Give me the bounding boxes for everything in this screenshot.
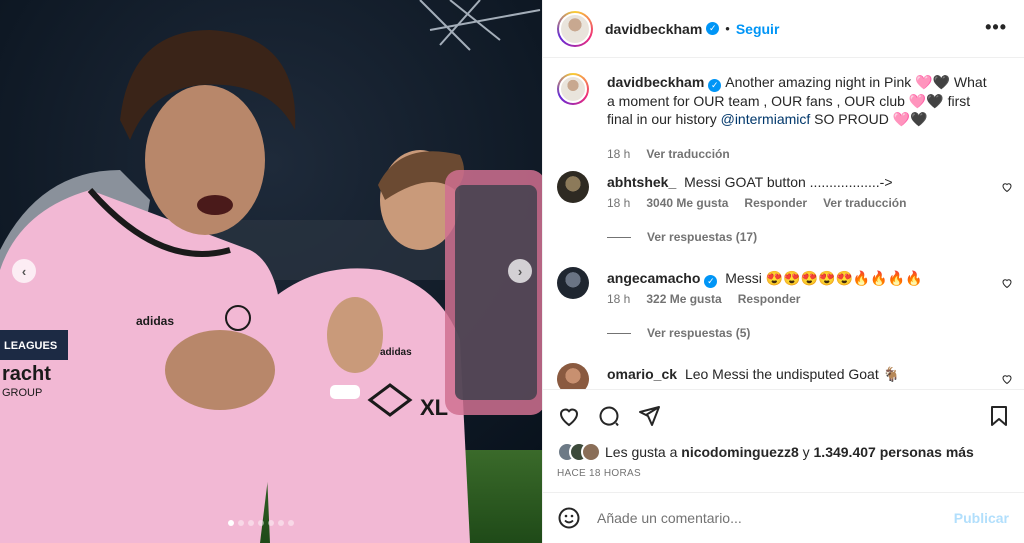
- carousel-dot: [288, 520, 294, 526]
- share-icon[interactable]: [637, 404, 661, 428]
- comment-body: Leo Messi the undisputed Goat 🐐: [684, 366, 901, 382]
- post-header: davidbeckham ✓ • Seguir •••: [543, 0, 1024, 58]
- heart-icon[interactable]: [557, 404, 581, 428]
- likes-avatars: [557, 442, 605, 462]
- author-avatar[interactable]: [557, 10, 593, 47]
- comment-username[interactable]: omario_ck: [607, 366, 677, 382]
- caption-text-part2: SO PROUD 🩷🖤: [814, 111, 928, 127]
- svg-text:racht: racht: [2, 363, 51, 385]
- comment-text: omario_ck Leo Messi the undisputed Goat …: [607, 365, 997, 383]
- header-separator: •: [725, 21, 730, 36]
- comment-username[interactable]: abhtshek_: [607, 174, 676, 190]
- likes-middle: y: [802, 444, 810, 460]
- follow-button[interactable]: Seguir: [736, 21, 780, 37]
- carousel-dot: [268, 520, 274, 526]
- caption-translate-link[interactable]: Ver traducción: [646, 147, 729, 161]
- reply-button[interactable]: Responder: [738, 292, 801, 306]
- comment-time: 18 h: [607, 292, 631, 306]
- comment-body: Messi 😍😍😍😍😍🔥🔥🔥🔥: [725, 270, 923, 286]
- carousel-dot: [238, 520, 244, 526]
- view-replies-label: Ver respuestas (17): [647, 230, 758, 244]
- carousel-prev-button[interactable]: ‹: [12, 259, 36, 283]
- comment-body: Messi GOAT button ..................->: [684, 174, 893, 190]
- comment-composer: Publicar: [543, 492, 1024, 543]
- carousel-dot: [278, 520, 284, 526]
- post-timestamp[interactable]: HACE 18 HORAS: [557, 468, 641, 479]
- carousel-dots: [228, 520, 294, 526]
- comment-username[interactable]: angecamacho: [607, 270, 700, 286]
- heart-icon[interactable]: [1001, 277, 1013, 289]
- comment-time: 18 h: [607, 196, 631, 210]
- likes-summary: Les gusta a nicodominguezz8 y 1.349.407 …: [557, 442, 974, 462]
- svg-text:GROUP: GROUP: [2, 387, 42, 399]
- comment-text: angecamacho ✓ Messi 😍😍😍😍😍🔥🔥🔥🔥: [607, 269, 997, 288]
- more-icon[interactable]: •••: [985, 17, 1007, 38]
- caption-meta: 18 h Ver traducción: [607, 147, 730, 161]
- post-image: LEAGUES racht GROUP adidas adidas XL: [0, 0, 542, 543]
- avatar[interactable]: [557, 73, 589, 105]
- author-username[interactable]: davidbeckham: [605, 21, 702, 37]
- post-panel: davidbeckham ✓ • Seguir ••• davidbeckham…: [542, 0, 1024, 543]
- likes-prefix: Les gusta a: [605, 444, 678, 460]
- view-replies-label: Ver respuestas (5): [647, 326, 751, 340]
- avatar[interactable]: [557, 267, 589, 299]
- bookmark-icon[interactable]: [987, 404, 1011, 428]
- action-bar: [543, 389, 1024, 441]
- carousel-dot: [258, 520, 264, 526]
- comment-icon[interactable]: [597, 404, 621, 428]
- caption-time: 18 h: [607, 147, 631, 161]
- svg-text:XL: XL: [420, 395, 448, 420]
- heart-icon[interactable]: [1001, 181, 1013, 193]
- caption-text: davidbeckham ✓ Another amazing night in Pi…: [607, 73, 997, 128]
- emoji-icon[interactable]: [557, 506, 581, 530]
- avatar[interactable]: [557, 171, 589, 203]
- carousel-dot: [248, 520, 254, 526]
- likes-user[interactable]: nicodominguezz8: [681, 444, 798, 460]
- comment-meta: 18 h 3040 Me gusta Responder Ver traducc…: [607, 196, 906, 210]
- reply-button[interactable]: Responder: [744, 196, 807, 210]
- svg-text:adidas: adidas: [380, 347, 412, 358]
- carousel-dot: [228, 520, 234, 526]
- comment-likes[interactable]: 3040 Me gusta: [646, 196, 728, 210]
- verified-icon: ✓: [708, 79, 722, 92]
- post-photo: LEAGUES racht GROUP adidas adidas XL ‹ ›: [0, 0, 542, 543]
- view-replies-button[interactable]: Ver respuestas (17): [607, 230, 757, 244]
- comment-text: abhtshek_ Messi GOAT button ............…: [607, 173, 997, 191]
- heart-icon[interactable]: [1001, 373, 1013, 385]
- caption-username[interactable]: davidbeckham: [607, 74, 704, 90]
- likes-count[interactable]: 1.349.407 personas más: [814, 444, 974, 460]
- view-replies-button[interactable]: Ver respuestas (5): [607, 326, 750, 340]
- svg-text:adidas: adidas: [136, 314, 174, 328]
- comment-meta: 18 h 322 Me gusta Responder: [607, 292, 800, 306]
- avatar[interactable]: [557, 363, 589, 389]
- verified-icon: ✓: [706, 22, 720, 35]
- carousel-next-button[interactable]: ›: [508, 259, 532, 283]
- publish-button[interactable]: Publicar: [954, 510, 1009, 526]
- comment-likes[interactable]: 322 Me gusta: [646, 292, 721, 306]
- verified-icon: ✓: [704, 275, 718, 288]
- comments-list[interactable]: davidbeckham ✓ Another amazing night in Pi…: [543, 59, 1024, 389]
- caption-mention[interactable]: @intermiamicf: [721, 111, 811, 127]
- comment-input[interactable]: [597, 510, 937, 526]
- translate-link[interactable]: Ver traducción: [823, 196, 906, 210]
- svg-text:LEAGUES: LEAGUES: [4, 340, 57, 352]
